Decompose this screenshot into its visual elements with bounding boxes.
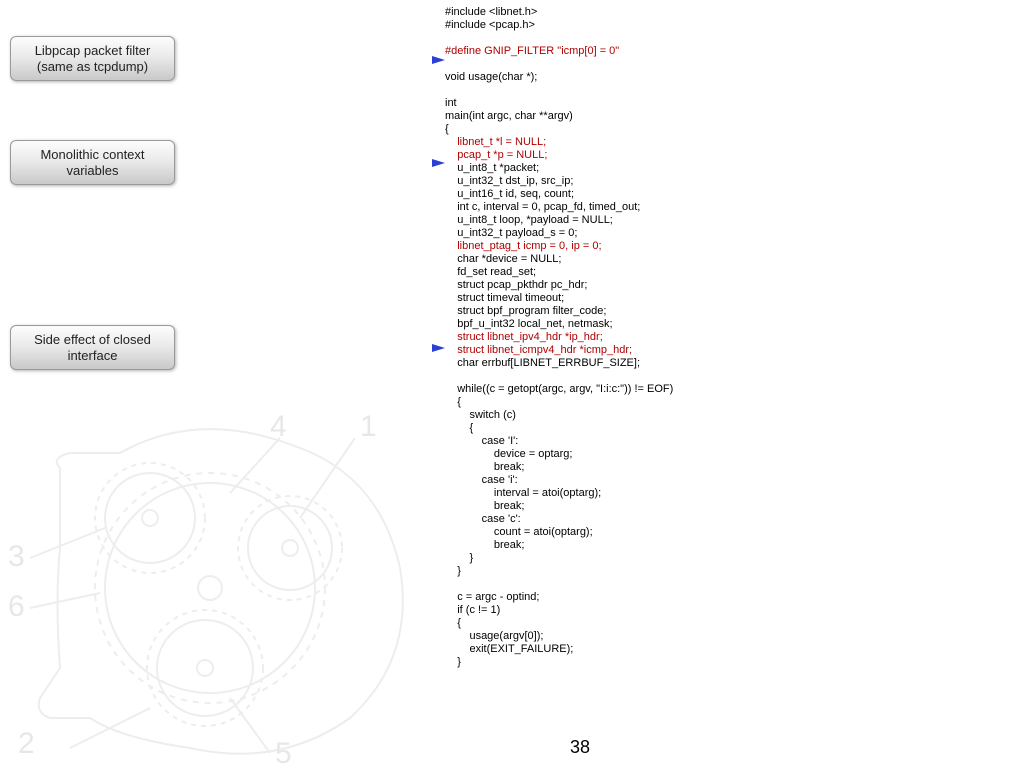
code-block: #include <libnet.h> #include <pcap.h> #d… <box>445 6 673 669</box>
callout-line: interface <box>68 348 118 363</box>
callout-side-effect: Side effect of closed interface <box>10 325 175 370</box>
callout-line: variables <box>66 163 118 178</box>
gear-label-5: 5 <box>275 737 292 768</box>
gears-background: 1 2 3 4 5 6 <box>0 398 430 768</box>
gear-label-3: 3 <box>8 540 25 573</box>
callout-line: Monolithic context <box>40 147 144 162</box>
callout-libpcap: Libpcap packet filter (same as tcpdump) <box>10 36 175 81</box>
callout-line: Libpcap packet filter <box>35 43 151 58</box>
gear-label-6: 6 <box>8 590 25 623</box>
callout-line: Side effect of closed <box>34 332 151 347</box>
callout-monolithic: Monolithic context variables <box>10 140 175 185</box>
gear-label-2: 2 <box>18 727 35 760</box>
gear-label-4: 4 <box>270 410 287 443</box>
page-number: 38 <box>570 737 590 758</box>
callout-line: (same as tcpdump) <box>37 59 148 74</box>
gear-label-1: 1 <box>360 410 377 443</box>
